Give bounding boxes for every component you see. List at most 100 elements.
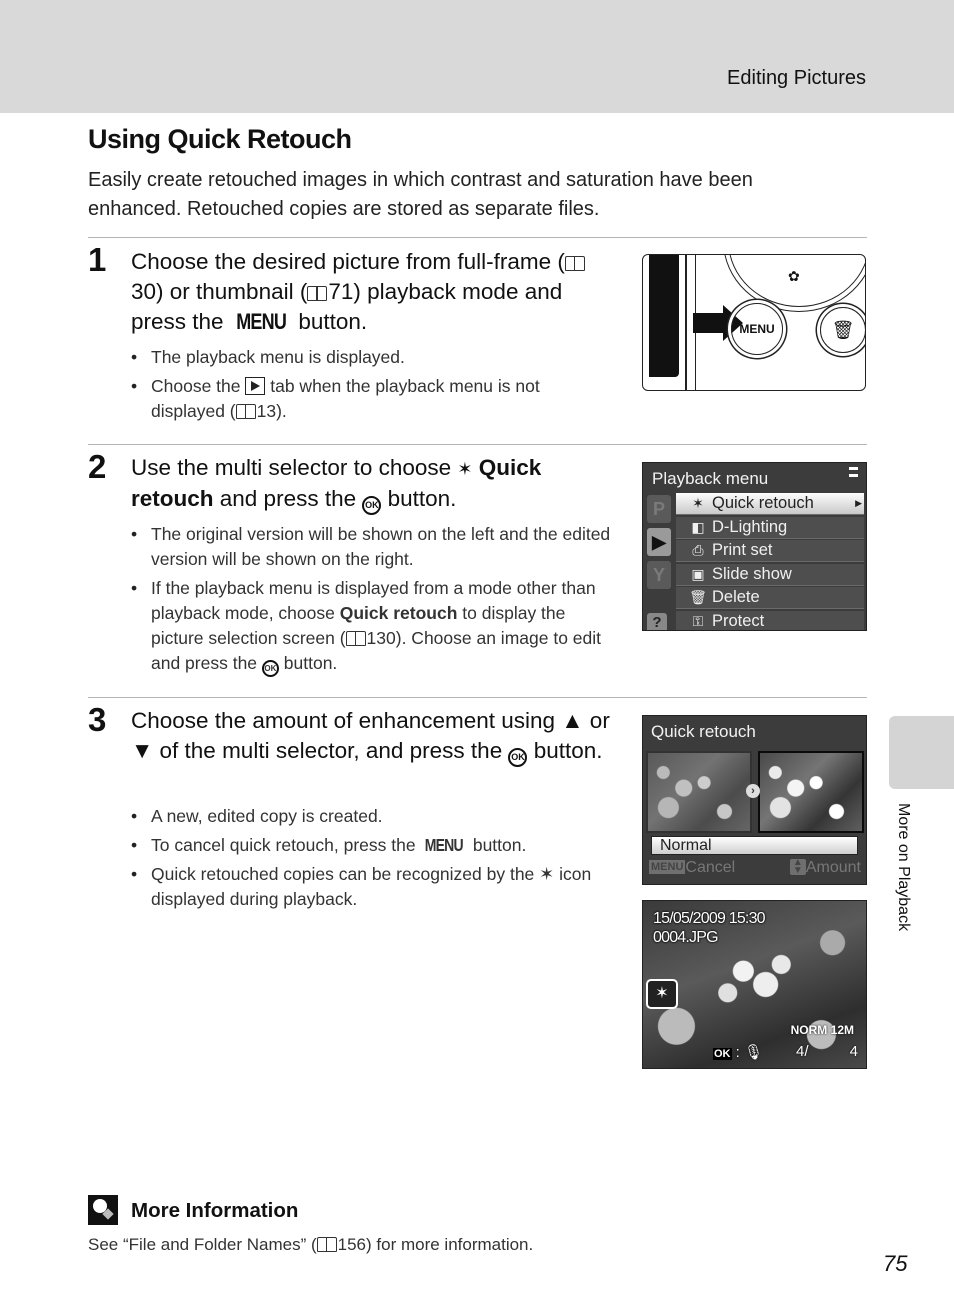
text: Choose the desired picture from full-fra… (131, 249, 565, 274)
section-title: Editing Pictures (727, 67, 866, 89)
chapter-label: More on Playback (895, 803, 912, 932)
more-information-title: More Information (131, 1199, 299, 1222)
step-3-heading: Choose the amount of enhancement using ▲… (131, 706, 611, 767)
menu-items: ✶ Quick retouch ▶ ◧ D-Lighting ⎙ Print set ▣… (676, 493, 864, 630)
more-information-icon (88, 1195, 118, 1225)
book-reference-icon (345, 631, 366, 646)
page-number: 75 (883, 1251, 908, 1276)
amount-hint: ▲ ▼ Amount (789, 858, 861, 877)
quick-retouch-screen: Quick retouch › Normal MENU Cancel ▲ ▼ Amou… (642, 715, 867, 885)
menu-item-label: Protect (712, 611, 765, 630)
header-band (0, 0, 954, 113)
step-number-2: 2 (88, 448, 107, 485)
image-info: 15/05/2009 15:30 0004.JPG (653, 909, 766, 947)
amount-label: Amount (805, 859, 861, 876)
menu-item-label: Print set (712, 541, 773, 559)
up-down-icon: ▲ ▼ (789, 858, 806, 876)
bullet: The original version will be shown on th… (131, 522, 611, 572)
menu-item-quick-retouch: ✶ Quick retouch ▶ (676, 493, 864, 515)
text: button. (467, 835, 527, 855)
playback-tab: ▶ (647, 528, 671, 556)
chapter-tab (889, 716, 954, 789)
page-ref: 71 (328, 279, 354, 304)
ok-button-icon: OK (261, 660, 279, 677)
original-preview-image (646, 751, 752, 833)
screen-title: Playback menu (652, 469, 769, 488)
status-bar: OK : 🎙 4/ 4 (713, 1043, 858, 1061)
trash-icon: 🗑 (820, 307, 865, 353)
book-reference-icon (235, 404, 256, 419)
menu-key-icon: MENU (649, 860, 686, 874)
menu-item-label: D-Lighting (712, 517, 788, 536)
menu-item-slide-show: ▣ Slide show (676, 563, 864, 586)
playback-menu-screen: Playback menu P ▶ Y ? ✶ Quick retouch ▶ ◧ D… (642, 462, 867, 631)
bullet: The playback menu is displayed. (131, 345, 611, 370)
quality-indicator: NORM (790, 1023, 828, 1037)
page-ref: 130 (366, 628, 396, 648)
page-title: Using Quick Retouch (88, 124, 352, 154)
quick-retouch-icon: ✶ (539, 864, 555, 884)
menu-item-protect: ⚿ Protect (676, 610, 864, 630)
ok-key-icon: OK (713, 1048, 732, 1060)
voice-memo-icon: 🎙 (744, 1044, 764, 1061)
edited-preview-image (758, 751, 864, 833)
page-ref: 13 (256, 401, 277, 421)
text: To cancel quick retouch, press the (151, 835, 421, 855)
book-reference-icon (564, 256, 585, 271)
book-reference-icon (316, 1237, 337, 1252)
text: button. (527, 738, 603, 763)
text: button. (381, 486, 457, 511)
d-lighting-icon: ◧ (691, 518, 705, 535)
divider (88, 237, 867, 238)
bullet: Choose the tab when the playback menu is… (131, 374, 611, 424)
step-1-heading: Choose the desired picture from full-fra… (131, 247, 611, 337)
bullet: If the playback menu is displayed from a… (131, 576, 611, 677)
image-size-indicator: 12M (830, 1023, 854, 1037)
camera-grip (649, 255, 679, 377)
submenu-arrow-icon: ▶ (855, 498, 862, 508)
menu-item-d-lighting: ◧ D-Lighting (676, 516, 864, 539)
text: ) for more information. (366, 1235, 534, 1254)
compare-arrow-icon: › (746, 784, 760, 798)
divider (88, 697, 867, 698)
screen-footer: MENU Cancel ▲ ▼ Amount (649, 858, 861, 877)
cancel-hint: Cancel (685, 859, 736, 876)
menu-tabs: P ▶ Y ? (647, 495, 673, 630)
trash-icon: 🗑 (689, 589, 707, 605)
menu-item-delete: 🗑 Delete (676, 587, 864, 609)
step-2-bullets: The original version will be shown on th… (131, 522, 611, 681)
text: Choose the (151, 376, 246, 396)
shooting-tab: P (647, 495, 671, 523)
camera-edge (685, 255, 687, 390)
text: and press the (213, 486, 363, 511)
quick-retouch-icon: ✶ (457, 459, 473, 479)
ok-button-icon: OK (362, 496, 382, 515)
print-icon: ⎙ (692, 542, 704, 558)
step-1-bullets: The playback menu is displayed. Choose t… (131, 345, 611, 428)
book-reference-icon (307, 286, 328, 301)
bullet: Quick retouched copies can be recognized… (131, 862, 611, 912)
playback-tab-icon (245, 377, 266, 395)
step-number-3: 3 (88, 701, 107, 738)
quick-retouch-icon: ✶ (692, 495, 704, 511)
page-ref: 30 (131, 279, 157, 304)
playback-screen: 15/05/2009 15:30 0004.JPG ✶ NORM 12M OK … (642, 900, 867, 1069)
amount-value: Normal (651, 836, 858, 855)
more-information-text: See “File and Folder Names” (156) for mo… (88, 1235, 533, 1255)
text: Use the multi selector to choose (131, 455, 458, 480)
total-frames: 4 (849, 1043, 858, 1060)
intro-paragraph: Easily create retouched images in which … (88, 169, 753, 220)
file-name: 0004.JPG (653, 929, 719, 946)
menu-button-glyph: MENU (425, 835, 464, 855)
divider (88, 444, 867, 445)
text: ). (276, 401, 287, 421)
menu-button: MENU (731, 303, 783, 355)
text: button. (278, 653, 338, 673)
menu-item-label: Delete (712, 588, 760, 606)
bullet: To cancel quick retouch, press the MENU … (131, 833, 611, 858)
text: See “File and Folder Names” ( (88, 1235, 317, 1254)
macro-icon: ✿ (788, 268, 800, 284)
step-3-bullets: A new, edited copy is created. To cancel… (131, 804, 611, 916)
bullet: A new, edited copy is created. (131, 804, 611, 829)
quick-retouch-icon: ✶ (646, 979, 678, 1009)
